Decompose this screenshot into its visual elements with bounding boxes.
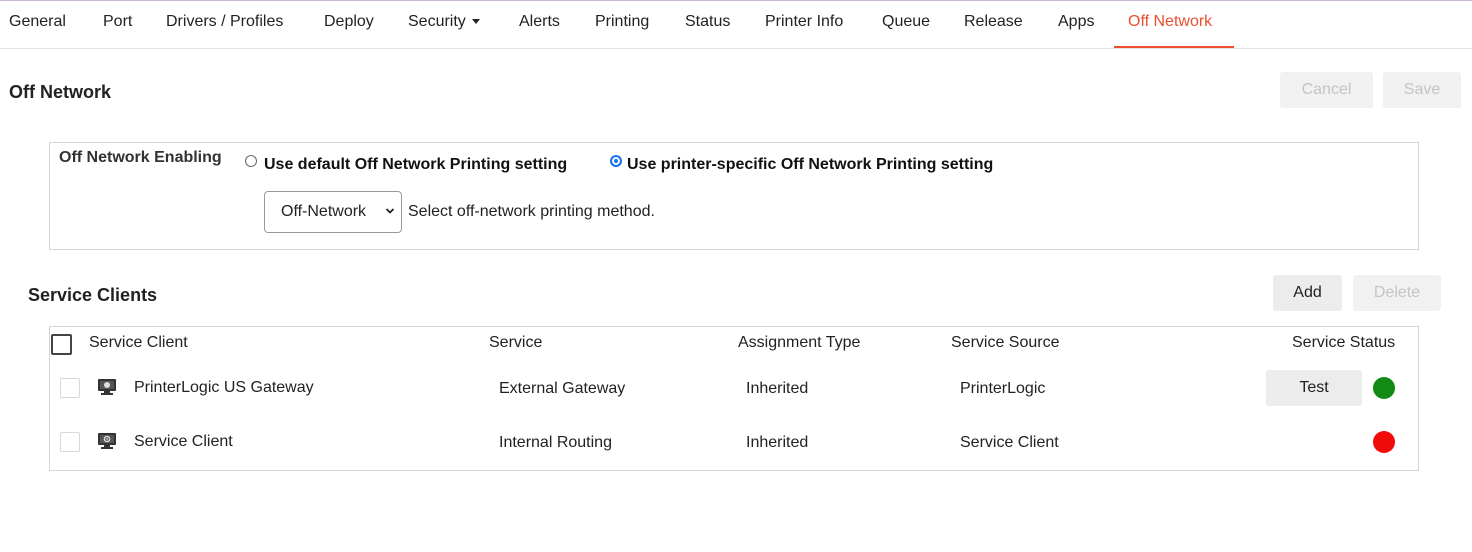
- row-checkbox[interactable]: [60, 432, 80, 452]
- column-header-service[interactable]: Service: [489, 334, 542, 352]
- column-header-service-status[interactable]: Service Status: [1292, 334, 1395, 352]
- tab-port[interactable]: Port: [103, 13, 132, 31]
- default-setting-radio[interactable]: [245, 155, 257, 167]
- delete-button[interactable]: Delete: [1353, 275, 1441, 311]
- service-source: PrinterLogic: [960, 380, 1046, 397]
- add-button[interactable]: Add: [1273, 275, 1342, 311]
- off-network-method-value: Off-Network: [281, 203, 367, 220]
- assignment-type: Inherited: [746, 380, 809, 397]
- tab-off-network[interactable]: Off Network: [1128, 13, 1212, 31]
- tab-bar: General Port Drivers / Profiles Deploy S…: [0, 0, 1472, 49]
- printer-specific-setting-radio[interactable]: [610, 155, 622, 167]
- tab-release[interactable]: Release: [964, 13, 1023, 31]
- tab-apps[interactable]: Apps: [1058, 13, 1094, 31]
- save-button[interactable]: Save: [1383, 72, 1461, 108]
- status-indicator-offline: [1373, 431, 1395, 453]
- tab-security-label: Security: [408, 13, 466, 30]
- assignment-type: Inherited: [746, 434, 809, 451]
- cancel-button[interactable]: Cancel: [1280, 72, 1373, 108]
- tab-drivers-profiles[interactable]: Drivers / Profiles: [166, 13, 283, 31]
- service-clients-table: [49, 326, 1419, 471]
- service-name: Internal Routing: [499, 434, 612, 451]
- off-network-method-help: Select off-network printing method.: [408, 203, 655, 220]
- tab-alerts[interactable]: Alerts: [519, 13, 560, 31]
- tab-printing[interactable]: Printing: [595, 13, 649, 31]
- tab-general[interactable]: General: [9, 13, 66, 31]
- tab-security[interactable]: Security: [408, 13, 480, 31]
- off-network-method-select[interactable]: Off-Network: [264, 191, 402, 233]
- printer-specific-setting-label[interactable]: Use printer-specific Off Network Printin…: [627, 156, 993, 174]
- service-client-icon: [98, 433, 116, 449]
- test-button[interactable]: Test: [1266, 370, 1362, 406]
- status-indicator-online: [1373, 377, 1395, 399]
- service-name: External Gateway: [499, 380, 626, 397]
- active-tab-indicator: [1114, 46, 1234, 48]
- tab-deploy[interactable]: Deploy: [324, 13, 374, 31]
- column-header-service-client[interactable]: Service Client: [89, 334, 188, 352]
- page-title: Off Network: [9, 82, 112, 102]
- column-header-service-source[interactable]: Service Source: [951, 334, 1060, 352]
- chevron-down-icon: [385, 208, 395, 214]
- off-network-enabling-label: Off Network Enabling: [59, 149, 222, 166]
- service-client-name: Service Client: [134, 433, 233, 450]
- caret-down-icon: [471, 19, 480, 25]
- select-all-checkbox[interactable]: [51, 334, 72, 355]
- gateway-icon: [98, 379, 116, 395]
- tab-status[interactable]: Status: [685, 13, 730, 31]
- tab-printer-info[interactable]: Printer Info: [765, 13, 843, 31]
- tab-queue[interactable]: Queue: [882, 13, 930, 31]
- row-checkbox[interactable]: [60, 378, 80, 398]
- service-client-name: PrinterLogic US Gateway: [134, 379, 314, 396]
- service-source: Service Client: [960, 434, 1059, 451]
- column-header-assignment-type[interactable]: Assignment Type: [738, 334, 860, 352]
- default-setting-label[interactable]: Use default Off Network Printing setting: [264, 156, 567, 174]
- service-clients-title: Service Clients: [28, 285, 158, 305]
